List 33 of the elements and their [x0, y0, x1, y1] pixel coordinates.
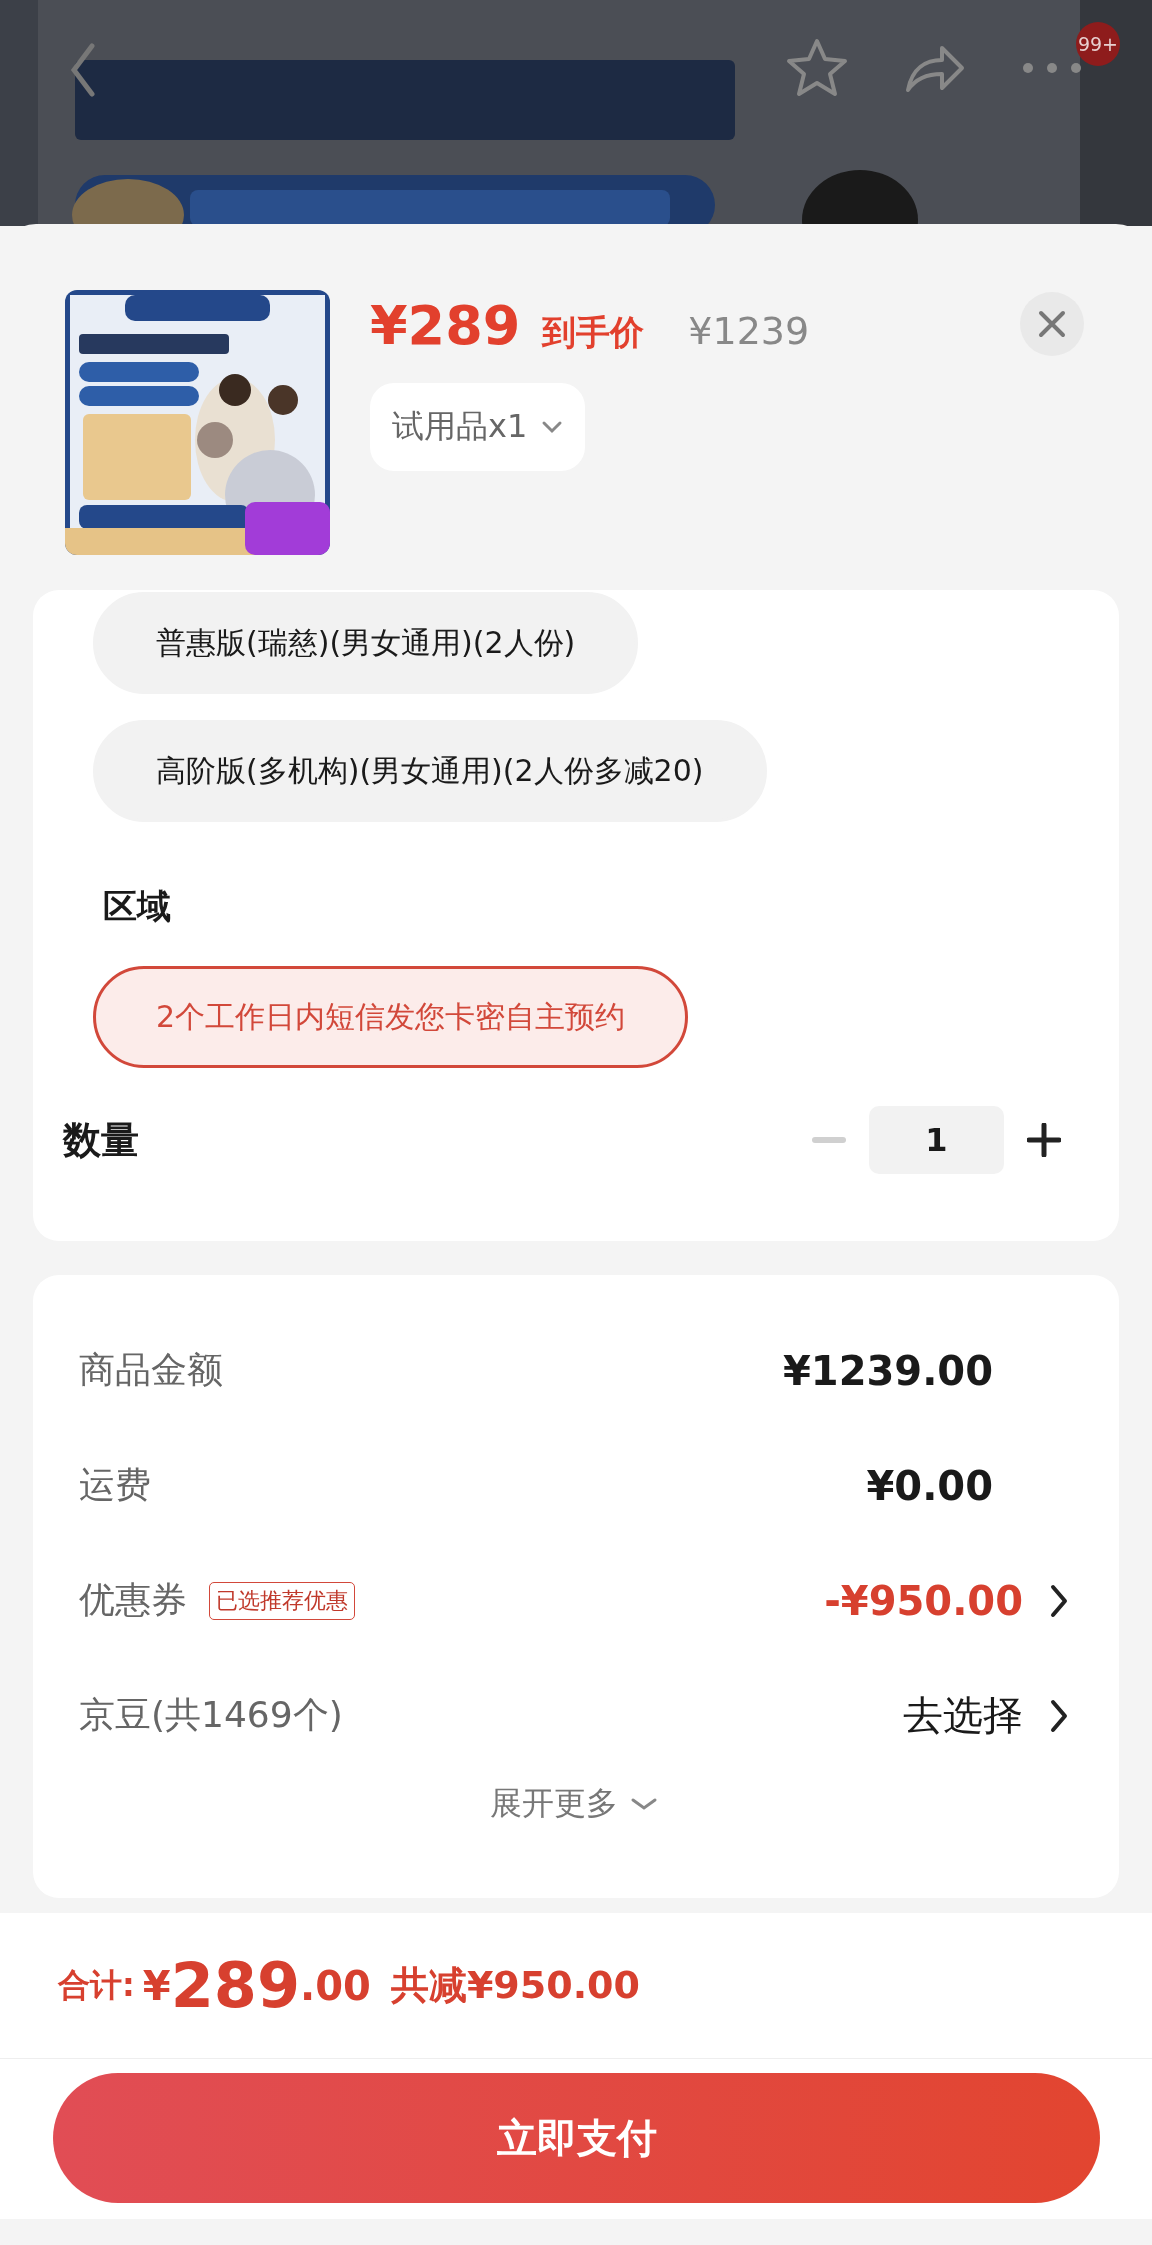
variant-dropdown[interactable]: 试用品x1 — [370, 383, 586, 471]
currency-symbol: ¥ — [142, 1962, 171, 2009]
option-chip[interactable]: 普惠版(瑞慈)(男女通用)(2人份) — [93, 592, 639, 694]
expand-more-button[interactable]: 展开更多 — [79, 1781, 1069, 1827]
minus-icon — [812, 1137, 846, 1143]
total-amount: 289 — [170, 1949, 301, 2022]
section-title: 区域 — [102, 885, 172, 928]
total-decimal: .00 — [300, 1962, 371, 2009]
quantity-field[interactable]: 1 — [869, 1106, 1004, 1174]
original-price: ¥1239 — [688, 309, 810, 353]
price-label: 到手价 — [542, 311, 645, 354]
star-icon[interactable] — [785, 37, 849, 99]
row-label: 优惠券 — [79, 1578, 187, 1622]
more-icon[interactable] — [1022, 62, 1082, 74]
row-label: 商品金额 — [79, 1348, 223, 1392]
option-chip[interactable]: 高阶版(多机构)(男女通用)(2人份多减20) — [93, 720, 767, 822]
chevron-down-icon — [541, 419, 564, 435]
amount: ¥0.00 — [866, 1462, 993, 1509]
coupon-tag: 已选推荐优惠 — [209, 1581, 355, 1620]
savings-text: 共减¥950.00 — [390, 1962, 640, 2009]
amount: ¥1239.00 — [782, 1347, 993, 1394]
row-label: 京豆(共1469个) — [79, 1693, 343, 1737]
plus-icon — [1027, 1123, 1061, 1157]
discount-amount[interactable]: -¥950.00 — [824, 1577, 1023, 1624]
pay-button[interactable]: 立即支付 — [53, 2073, 1100, 2203]
close-icon — [1037, 309, 1067, 339]
total-label: 合计: — [58, 1964, 135, 2006]
quantity-label: 数量 — [63, 1116, 140, 1164]
row-label: 运费 — [79, 1463, 151, 1507]
chevron-down-icon — [630, 1796, 658, 1812]
price: ¥289 — [370, 294, 521, 357]
select-link[interactable]: 去选择 — [903, 1688, 1023, 1743]
option-chip[interactable]: 2个工作日内短信发您卡密自主预约 — [93, 966, 689, 1068]
